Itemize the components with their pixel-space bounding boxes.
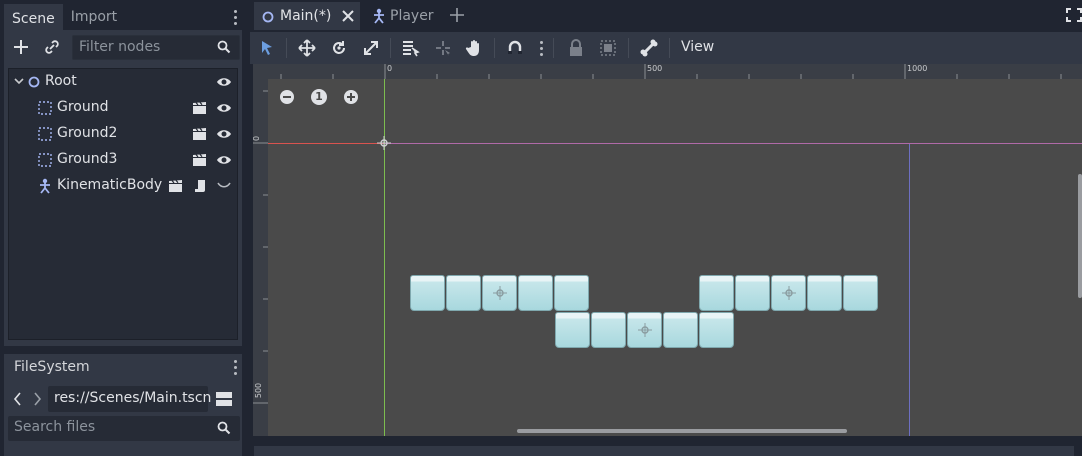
clapperboard-icon[interactable] [192,153,207,167]
lock-icon[interactable] [566,38,586,58]
tab-label: Player [390,8,434,24]
visibility-eye-icon[interactable] [216,128,232,140]
origin-pivot-icon [377,136,391,150]
search-icon [217,421,231,435]
main-editor: Main(*) Player View 0 500 1000 500 1 [250,0,1082,456]
tilemap-icon [38,127,52,141]
node-pivot-icon [782,286,796,300]
vertical-scrollbar[interactable] [1078,174,1082,298]
ground-tile [807,275,842,311]
tilemap-icon [38,153,52,167]
tab-main[interactable]: Main(*) [254,2,360,30]
back-icon[interactable] [13,392,23,406]
kinematic-body-icon [372,8,386,24]
add-tab-icon[interactable] [450,8,464,22]
list-select-icon[interactable] [400,38,420,58]
visibility-eye-icon[interactable] [216,102,232,114]
snap-icon[interactable] [505,38,525,58]
ground-tile [699,275,734,311]
view-menu[interactable]: View [681,39,714,55]
bone-icon[interactable] [639,38,659,58]
tree-item-root[interactable]: Root [9,69,237,95]
node-pivot-icon [493,286,507,300]
ground-tile [410,275,445,311]
tilemap-icon [38,101,52,115]
fullscreen-icon[interactable] [1066,8,1082,22]
filter-nodes-input[interactable]: Filter nodes [72,35,240,60]
tree-item-label: Ground3 [57,151,118,167]
tree-item-label: KinematicBody [57,177,163,193]
path-field[interactable]: res://Scenes/Main.tscn [48,386,211,412]
clapperboard-icon[interactable] [192,127,207,141]
tree-item-label: Ground2 [57,125,118,141]
search-icon [217,40,231,54]
visibility-eye-icon[interactable] [216,154,232,166]
tab-player[interactable]: Player [366,2,436,30]
left-dock: Scene Import Filter nodes Root Ground Gr… [0,0,246,456]
split-view-icon[interactable] [216,391,232,407]
ground-tile [843,275,878,311]
tree-item-ground[interactable]: Ground [9,95,237,121]
filesystem-panel: FileSystem res://Scenes/Main.tscn Search… [4,354,242,456]
canvas-grid-lines [268,79,1082,436]
scene-tabbar: Main(*) Player [250,0,1082,32]
pivot-tool-icon[interactable] [433,38,453,58]
tree-item-ground2[interactable]: Ground2 [9,121,237,147]
kinematic-body-icon [38,178,52,194]
horizontal-scrollbar[interactable] [517,429,847,433]
canvas-viewport[interactable]: 0 500 1000 0 500 1 [253,64,1082,436]
script-icon[interactable] [193,178,207,194]
snap-options-icon[interactable] [538,41,544,56]
canvas-toolbar: View [250,32,1082,64]
scene-dock-menu-icon[interactable] [232,10,238,25]
tree-item-ground3[interactable]: Ground3 [9,147,237,173]
tab-filesystem[interactable]: FileSystem [4,354,100,380]
tree-item-kinematicbody[interactable]: KinematicBody [9,173,237,199]
group-icon[interactable] [598,38,618,58]
ground-tile [699,312,734,348]
ground-tile [446,275,481,311]
clapperboard-icon[interactable] [192,101,207,115]
node2d-root-icon [28,76,40,88]
filesystem-menu-icon[interactable] [232,360,238,375]
clapperboard-icon[interactable] [168,179,183,193]
visibility-hidden-icon[interactable] [217,182,231,190]
ground-tile [591,312,626,348]
ground-tile [554,275,589,311]
bottom-panel-strip [250,440,1082,456]
select-tool-icon[interactable] [258,38,278,58]
tab-label: Main(*) [280,8,332,24]
chevron-down-icon[interactable] [14,78,24,86]
search-files-input[interactable]: Search files [8,416,240,441]
close-icon[interactable] [342,10,354,22]
ground-tile [663,312,698,348]
tab-import[interactable]: Import [63,4,125,30]
ground-tile [735,275,770,311]
node2d-root-icon [262,11,274,23]
pan-tool-icon[interactable] [465,38,485,58]
rotate-tool-icon[interactable] [329,38,349,58]
move-tool-icon[interactable] [297,38,317,58]
link-icon[interactable] [44,39,60,55]
scale-tool-icon[interactable] [361,38,381,58]
ground-tile [518,275,553,311]
scene-tree: Root Ground Ground2 Ground3 KinematicBod… [8,68,238,340]
add-node-icon[interactable] [12,38,30,56]
tree-item-label: Root [45,73,77,89]
ground-tile [555,312,590,348]
scene-dock-tabs: Scene Import [4,4,125,30]
tree-item-label: Ground [57,99,109,115]
visibility-eye-icon[interactable] [216,76,232,88]
tab-scene[interactable]: Scene [4,4,63,30]
node-pivot-icon [638,323,652,337]
scene-panel: Filter nodes Root Ground Ground2 Ground3… [4,30,242,346]
forward-icon[interactable] [32,392,42,406]
